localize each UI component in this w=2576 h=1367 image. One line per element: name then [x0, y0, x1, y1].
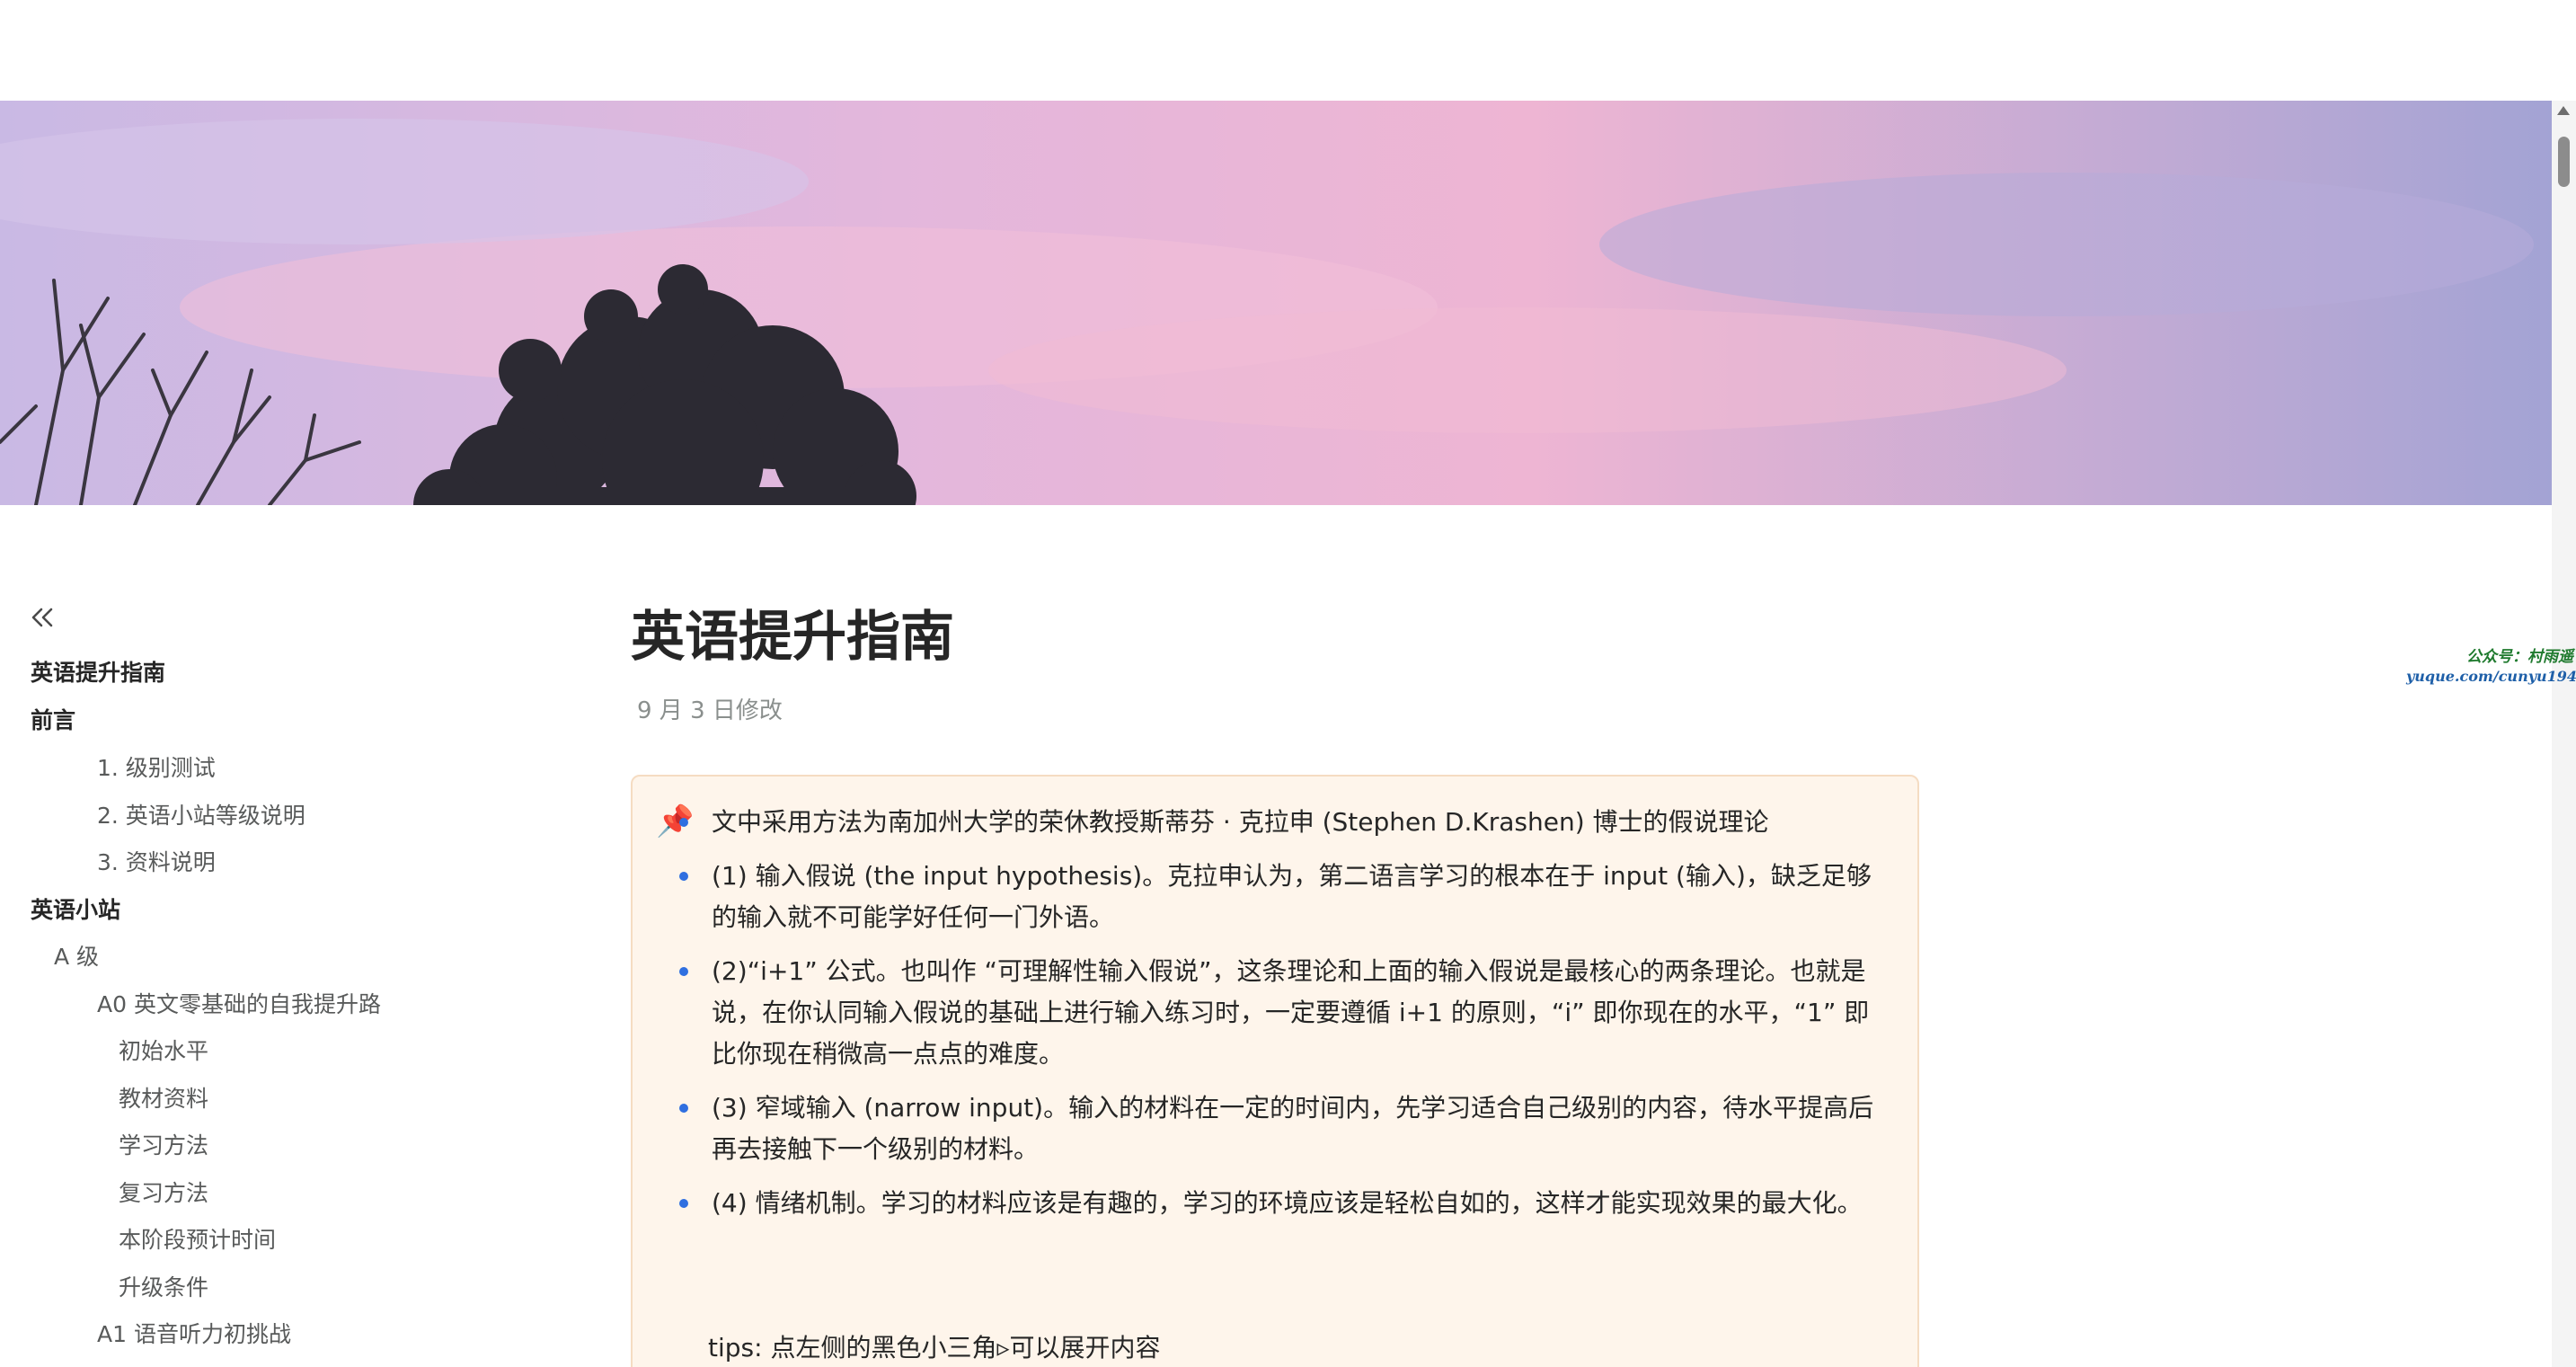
scroll-thumb[interactable]	[2558, 137, 2570, 187]
toc-item-a-level[interactable]: A 级	[54, 939, 99, 972]
modified-date: 9 月 3 日修改	[637, 697, 783, 724]
badge-line-2: yuque.com/cunyu1943	[2406, 668, 2576, 685]
callout-block: 📌 文中采用方法为南加州大学的荣休教授斯蒂芬 · 克拉申 (Stephen D.…	[631, 775, 1919, 1367]
toc-item-materials[interactable]: 3. 资料说明	[97, 845, 216, 877]
tips-text: tips: 点左侧的黑色小三角▹可以展开内容	[708, 1333, 1161, 1363]
scrollbar[interactable]	[2552, 101, 2576, 1367]
double-chevron-left-icon	[31, 608, 53, 627]
toc-item-level-test[interactable]: 1. 级别测试	[97, 750, 216, 783]
list-item: (3) 窄域输入 (narrow input)。输入的材料在一定的时间内，先学习…	[679, 1087, 1880, 1170]
toc-item-textbooks[interactable]: 教材资料	[119, 1081, 208, 1114]
toc-item-english-station[interactable]: 英语小站	[31, 892, 120, 925]
page: 英语提升指南 前言 1. 级别测试 2. 英语小站等级说明 3. 资料说明 英语…	[0, 0, 2576, 1367]
toc-item-study-method[interactable]: 学习方法	[119, 1128, 208, 1160]
toc-item-level-info[interactable]: 2. 英语小站等级说明	[97, 798, 305, 830]
page-title: 英语提升指南	[631, 606, 954, 669]
toc-item-review-method[interactable]: 复习方法	[119, 1176, 208, 1208]
badge-line-1: 公众号：村雨遥	[2466, 648, 2573, 666]
list-item: 文中采用方法为南加州大学的荣休教授斯蒂芬 · 克拉申 (Stephen D.Kr…	[679, 802, 1880, 843]
list-item: (4) 情绪机制。学习的材料应该是有趣的，学习的环境应该是轻松自如的，这样才能实…	[679, 1183, 1880, 1224]
list-item: (2)“i+1” 公式。也叫作 “可理解性输入假说”，这条理论和上面的输入假说是…	[679, 951, 1880, 1075]
toc-item-a0[interactable]: A0 英文零基础的自我提升路	[97, 987, 381, 1019]
toc-item-preface[interactable]: 前言	[31, 703, 75, 735]
toc-item-a1[interactable]: A1 语音听力初挑战	[97, 1317, 291, 1349]
list-item: (1) 输入假说 (the input hypothesis)。克拉申认为，第二…	[679, 856, 1880, 938]
side-watermark-badge: 公众号：村雨遥 yuque.com/cunyu1943	[2406, 647, 2576, 687]
toc-item-guide[interactable]: 英语提升指南	[31, 655, 165, 688]
cover-image	[0, 101, 2552, 505]
top-bar	[0, 0, 2576, 101]
toc-item-initial-level[interactable]: 初始水平	[119, 1034, 208, 1066]
toc-item-upgrade-conditions[interactable]: 升级条件	[119, 1270, 208, 1302]
toc-item-expected-time[interactable]: 本阶段预计时间	[119, 1222, 276, 1255]
bullet-list: 文中采用方法为南加州大学的荣休教授斯蒂芬 · 克拉申 (Stephen D.Kr…	[679, 802, 1880, 1237]
sky-tree-image	[0, 101, 2552, 505]
collapse-sidebar-button[interactable]	[27, 604, 59, 631]
scroll-up-arrow-icon[interactable]	[2557, 106, 2570, 115]
